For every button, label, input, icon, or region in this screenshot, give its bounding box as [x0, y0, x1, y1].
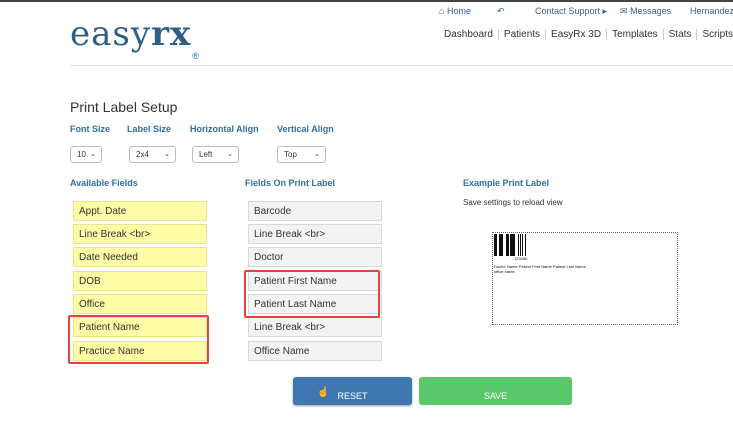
main-nav: Dashboard Patients EasyRx 3D Templates Stats…	[439, 29, 733, 43]
messages-icon: ✉	[620, 6, 628, 16]
reset-button[interactable]: RESET	[293, 377, 412, 405]
available-field-item[interactable]: Appt. Date	[73, 201, 207, 221]
label-size-select[interactable]: 2x4 ⌄	[129, 146, 176, 163]
font-size-select[interactable]: 10 ⌄	[70, 146, 102, 163]
vertical-align-label: Vertical Align	[277, 124, 334, 134]
chevron-down-icon: ⌄	[227, 151, 233, 158]
hand-cursor-icon: ☝	[317, 387, 330, 398]
nav-stats[interactable]: Stats	[664, 29, 698, 40]
barcode-number: 123456	[514, 256, 528, 261]
reload-note: Save settings to reload view	[463, 198, 563, 207]
chevron-down-icon: ⌄	[314, 151, 320, 158]
top-border	[0, 0, 733, 2]
available-field-item[interactable]: Date Needed	[73, 247, 207, 267]
preview-line-2: office name	[494, 269, 515, 274]
user-menu-link[interactable]: Hernandez	[690, 6, 733, 16]
home-icon: ⌂	[439, 6, 445, 16]
font-size-label: Font Size	[70, 124, 110, 134]
chevron-down-icon: ⌄	[164, 151, 170, 158]
nav-scripts[interactable]: Scripts	[697, 29, 733, 40]
header-divider	[70, 65, 733, 66]
highlight-box-label-fields	[244, 270, 380, 318]
horizontal-align-select[interactable]: Left ⌄	[192, 146, 239, 163]
highlight-box-available	[68, 315, 209, 364]
available-field-item[interactable]: Office	[73, 294, 207, 314]
vertical-align-select[interactable]: Top ⌄	[277, 146, 326, 163]
label-field-item[interactable]: Doctor	[248, 247, 382, 267]
label-field-item[interactable]: Line Break <br>	[248, 224, 382, 244]
nav-templates[interactable]: Templates	[607, 29, 664, 40]
available-field-item[interactable]: Line Break <br>	[73, 224, 207, 244]
nav-dashboard[interactable]: Dashboard	[439, 29, 499, 40]
barcode-bar	[525, 234, 528, 256]
nav-patients[interactable]: Patients	[499, 29, 547, 40]
label-field-item[interactable]: Line Break <br>	[248, 317, 382, 337]
home-link[interactable]: ⌂ Home	[439, 6, 471, 16]
horizontal-align-label: Horizontal Align	[190, 124, 259, 134]
available-fields-heading: Available Fields	[70, 178, 138, 188]
feedback-icon[interactable]: ↶	[497, 6, 505, 17]
chevron-down-icon: ⌄	[90, 151, 96, 158]
label-fields-heading: Fields On Print Label	[245, 178, 336, 188]
easyrx-logo[interactable]: easyrx®	[70, 14, 200, 61]
page-title: Print Label Setup	[70, 99, 178, 115]
contact-support-link[interactable]: Contact Support ▸	[535, 6, 607, 17]
barcode-graphic	[494, 234, 540, 256]
label-field-item[interactable]: Barcode	[248, 201, 382, 221]
example-print-label: 123456 Doctor Name Patient First Name Pa…	[492, 232, 678, 325]
messages-link[interactable]: ✉ Messages	[620, 6, 671, 17]
save-button[interactable]: SAVE	[419, 377, 572, 405]
label-size-label: Label Size	[127, 124, 172, 134]
example-label-heading: Example Print Label	[463, 178, 550, 188]
nav-easyrx-3d[interactable]: EasyRx 3D	[546, 29, 608, 40]
label-field-item[interactable]: Office Name	[248, 341, 382, 361]
available-field-item[interactable]: DOB	[73, 271, 207, 291]
